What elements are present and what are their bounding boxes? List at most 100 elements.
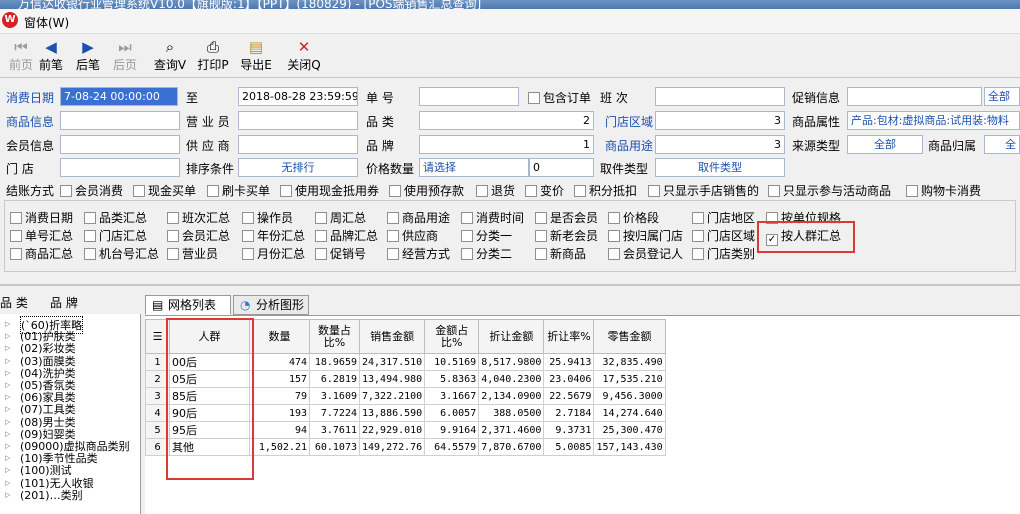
summary-option[interactable]: 机台号汇总	[84, 245, 159, 262]
prev-record-button[interactable]: ◀ 前笔	[30, 38, 72, 73]
next-record-button[interactable]: ▶ 后笔	[67, 38, 109, 73]
expand-icon[interactable]: ▷	[5, 369, 10, 377]
settle-option[interactable]: 只显示手店销售的	[648, 182, 759, 199]
expand-icon[interactable]: ▷	[5, 344, 10, 352]
summary-option[interactable]: 经营方式	[387, 245, 450, 262]
member-info-input[interactable]	[60, 135, 180, 154]
doc-type-select[interactable]: 取件类型	[655, 158, 785, 177]
summary-option[interactable]: 操作员	[242, 209, 293, 226]
brand-input[interactable]: 1	[419, 135, 594, 154]
settle-option[interactable]: 只显示参与活动商品	[768, 182, 891, 199]
tab-analysis-chart[interactable]: ◔ 分析图形	[233, 295, 309, 315]
column-header[interactable]: 数量占比%	[309, 319, 360, 354]
summary-option[interactable]: 新老会员	[535, 227, 598, 244]
splitter[interactable]	[0, 284, 1020, 286]
expand-icon[interactable]: ▷	[5, 466, 10, 474]
promo-info-input[interactable]	[847, 87, 982, 106]
tab-grid-list[interactable]: ▤ 网格列表	[145, 295, 231, 315]
goods-owner-select[interactable]: 全	[984, 135, 1020, 154]
summary-option[interactable]: 年份汇总	[242, 227, 305, 244]
store-input[interactable]	[60, 158, 180, 177]
expand-icon[interactable]: ▷	[5, 479, 10, 487]
summary-option[interactable]: 门店区域	[692, 227, 755, 244]
column-header[interactable]: 金额占比%	[424, 319, 480, 354]
export-button[interactable]: ▤ 导出E	[235, 38, 277, 73]
column-header[interactable]: 折让金额	[478, 319, 545, 354]
settle-option[interactable]: 变价	[525, 182, 564, 199]
salesperson-input[interactable]	[238, 111, 358, 130]
column-header[interactable]: 销售金额	[358, 319, 426, 354]
expand-icon[interactable]: ▷	[5, 405, 10, 413]
summary-option[interactable]: 品牌汇总	[315, 227, 378, 244]
menu-window[interactable]: 窗体(W)	[24, 14, 69, 31]
summary-option[interactable]: 商品汇总	[10, 245, 73, 262]
price-qty-select[interactable]: 请选择	[419, 158, 529, 177]
expand-icon[interactable]: ▷	[5, 418, 10, 426]
print-button[interactable]: ⎙ 打印P	[192, 38, 234, 73]
settle-option[interactable]: 购物卡消费	[906, 182, 981, 199]
summary-option[interactable]: 是否会员	[535, 209, 598, 226]
summary-option[interactable]: 营业员	[167, 245, 218, 262]
tab-brand[interactable]: 品 牌	[50, 294, 78, 311]
tree-item[interactable]: (201)…类别	[20, 487, 83, 503]
goods-info-input[interactable]	[60, 111, 180, 130]
summary-option[interactable]: 消费日期	[10, 209, 73, 226]
summary-option[interactable]: 会员汇总	[167, 227, 230, 244]
summary-option[interactable]: 门店地区	[692, 209, 755, 226]
settle-option[interactable]: 使用预存款	[389, 182, 464, 199]
expand-icon[interactable]: ▷	[5, 454, 10, 462]
summary-option[interactable]: 供应商	[387, 227, 438, 244]
summary-option[interactable]: 价格段	[608, 209, 659, 226]
summary-option[interactable]: 分类一	[461, 227, 512, 244]
summary-option[interactable]: 会员登记人	[608, 245, 683, 262]
expand-icon[interactable]: ▷	[5, 332, 10, 340]
summary-option[interactable]: 单号汇总	[10, 227, 73, 244]
close-button[interactable]: ✕ 关闭Q	[283, 38, 325, 73]
promo-info-select[interactable]: 全部	[984, 87, 1020, 106]
tab-category[interactable]: 品 类	[0, 294, 28, 311]
column-header[interactable]: 折让率%	[543, 319, 595, 354]
shift-input[interactable]	[655, 87, 785, 106]
price-qty-input[interactable]: 0	[529, 158, 594, 177]
summary-option[interactable]: 周汇总	[315, 209, 366, 226]
last-page-button[interactable]: ⏭ 后页	[104, 38, 146, 73]
store-use-input[interactable]: 3	[655, 135, 785, 154]
summary-option[interactable]: 消费时间	[461, 209, 524, 226]
supplier-input[interactable]	[238, 135, 358, 154]
column-header[interactable]: 数量	[249, 319, 310, 354]
sort-select[interactable]: 无排行	[238, 158, 358, 177]
doc-no-input[interactable]	[419, 87, 519, 106]
summary-option[interactable]: 班次汇总	[167, 209, 230, 226]
store-area-input[interactable]: 3	[655, 111, 785, 130]
summary-option[interactable]: 商品用途	[387, 209, 450, 226]
goods-attr-input[interactable]: 产品:包材:虚拟商品:试用装:物料	[847, 111, 1020, 130]
source-type-select[interactable]: 全部	[847, 135, 923, 154]
expand-icon[interactable]: ▷	[5, 381, 10, 389]
summary-option[interactable]: 按归属门店	[608, 227, 683, 244]
query-button[interactable]: ⌕ 查询V	[149, 38, 191, 73]
expand-icon[interactable]: ▷	[5, 357, 10, 365]
summary-option[interactable]: 门店类别	[692, 245, 755, 262]
summary-option[interactable]: 品类汇总	[84, 209, 147, 226]
expand-icon[interactable]: ▷	[5, 491, 10, 499]
summary-option[interactable]: 月份汇总	[242, 245, 305, 262]
include-order-checkbox[interactable]: 包含订单	[528, 89, 591, 106]
settle-option[interactable]: 退货	[476, 182, 515, 199]
settle-option[interactable]: 刷卡买单	[207, 182, 270, 199]
expand-icon[interactable]: ▷	[5, 393, 10, 401]
summary-option[interactable]: 新商品	[535, 245, 586, 262]
summary-option[interactable]: 分类二	[461, 245, 512, 262]
settle-option[interactable]: 现金买单	[133, 182, 196, 199]
summary-option[interactable]: 促销号	[315, 245, 366, 262]
settle-option[interactable]: 积分抵扣	[574, 182, 637, 199]
category-input[interactable]: 2	[419, 111, 594, 130]
expand-icon[interactable]: ▷	[5, 320, 10, 328]
expand-icon[interactable]: ▷	[5, 442, 10, 450]
date-to-input[interactable]: 2018-08-28 23:59:59	[238, 87, 358, 106]
expand-icon[interactable]: ▷	[5, 430, 10, 438]
settle-option[interactable]: 使用现金抵用券	[280, 182, 379, 199]
column-header[interactable]: 零售金额	[593, 319, 666, 354]
summary-option[interactable]: 门店汇总	[84, 227, 147, 244]
date-from-input[interactable]: 7-08-24 00:00:00	[60, 87, 178, 106]
settle-option[interactable]: 会员消费	[60, 182, 123, 199]
